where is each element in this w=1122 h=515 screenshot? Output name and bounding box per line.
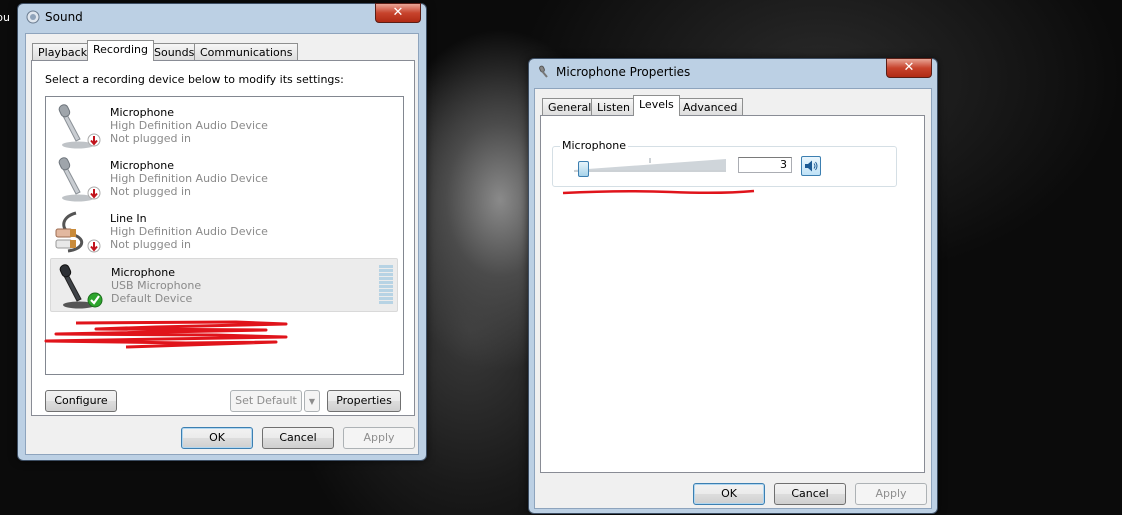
microphone-icon bbox=[58, 104, 101, 149]
device-list: Microphone High Definition Audio Device … bbox=[44, 96, 404, 375]
line-in-cable-icon bbox=[55, 211, 101, 253]
ok-button[interactable]: OK bbox=[693, 483, 765, 505]
device-name: Microphone bbox=[110, 106, 175, 119]
microphone-level-group: Microphone 3 bbox=[552, 139, 897, 187]
device-name: Line In bbox=[110, 212, 147, 225]
level-meter bbox=[379, 265, 393, 305]
configure-button[interactable]: Configure bbox=[45, 390, 117, 412]
recording-panel: Select a recording device below to modif… bbox=[31, 60, 415, 416]
sound-titlebar[interactable]: Sound ✕ bbox=[18, 3, 426, 30]
sound-title: Sound bbox=[45, 10, 83, 24]
levels-panel: Microphone 3 bbox=[540, 115, 925, 473]
device-status: Not plugged in bbox=[110, 185, 192, 198]
device-item-line-in[interactable]: Line In High Definition Audio Device Not… bbox=[50, 205, 396, 257]
device-name: Microphone bbox=[110, 159, 175, 172]
set-default-dropdown[interactable]: ▼ bbox=[304, 390, 320, 412]
mic-titlebar[interactable]: Microphone Properties ✕ bbox=[529, 58, 937, 85]
microphone-properties-window: Microphone Properties ✕ General Listen L… bbox=[528, 58, 938, 514]
level-slider[interactable] bbox=[574, 157, 726, 177]
sound-close-button[interactable]: ✕ bbox=[375, 3, 421, 23]
device-status: Not plugged in bbox=[110, 238, 192, 251]
sound-window: Sound ✕ Playback Recording Sounds Commun… bbox=[17, 3, 427, 461]
device-item-mic-hd-1[interactable]: Microphone High Definition Audio Device … bbox=[50, 99, 396, 151]
mic-client: General Listen Levels Advanced Microphon… bbox=[534, 88, 932, 509]
slider-thumb[interactable] bbox=[578, 161, 589, 177]
red-underline-redaction bbox=[562, 189, 755, 195]
set-default-button[interactable]: Set Default bbox=[230, 390, 302, 412]
apply-button[interactable]: Apply bbox=[343, 427, 415, 449]
device-subtitle: High Definition Audio Device bbox=[110, 119, 268, 132]
tab-sounds[interactable]: Sounds bbox=[148, 43, 201, 61]
device-item-usb-mic[interactable]: Microphone USB Microphone Default Device bbox=[50, 258, 398, 312]
red-scribble-redaction bbox=[44, 320, 288, 349]
apply-button[interactable]: Apply bbox=[855, 483, 927, 505]
properties-button[interactable]: Properties bbox=[327, 390, 401, 412]
sound-client: Playback Recording Sounds Communications… bbox=[25, 33, 419, 455]
speaker-icon bbox=[805, 160, 818, 172]
speaker-icon bbox=[26, 10, 40, 24]
microphone-icon bbox=[539, 65, 548, 78]
microphone-icon bbox=[58, 157, 101, 202]
device-subtitle: High Definition Audio Device bbox=[110, 172, 268, 185]
tab-listen[interactable]: Listen bbox=[591, 98, 636, 116]
tab-communications[interactable]: Communications bbox=[194, 43, 299, 61]
mute-toggle-button[interactable] bbox=[801, 156, 821, 176]
level-group-label: Microphone bbox=[560, 139, 629, 152]
tab-recording[interactable]: Recording bbox=[87, 40, 155, 61]
device-name: Microphone bbox=[111, 266, 176, 279]
tab-advanced[interactable]: Advanced bbox=[677, 98, 744, 116]
level-value-field[interactable]: 3 bbox=[738, 157, 792, 173]
device-item-mic-hd-2[interactable]: Microphone High Definition Audio Device … bbox=[50, 152, 396, 204]
slider-track bbox=[574, 158, 726, 172]
device-status: Default Device bbox=[111, 292, 193, 305]
cancel-button[interactable]: Cancel bbox=[774, 483, 846, 505]
instruction-text: Select a recording device below to modif… bbox=[45, 73, 344, 86]
tab-general[interactable]: General bbox=[542, 98, 598, 116]
microphone-icon bbox=[59, 264, 103, 309]
ok-button[interactable]: OK bbox=[181, 427, 253, 449]
chevron-down-icon: ▼ bbox=[308, 397, 316, 406]
desktop-label: pu bbox=[0, 11, 10, 24]
mic-close-button[interactable]: ✕ bbox=[886, 58, 932, 78]
device-subtitle: USB Microphone bbox=[111, 279, 202, 292]
mic-title: Microphone Properties bbox=[556, 65, 691, 79]
device-subtitle: High Definition Audio Device bbox=[110, 225, 268, 238]
cancel-button[interactable]: Cancel bbox=[262, 427, 334, 449]
tab-levels[interactable]: Levels bbox=[633, 95, 680, 116]
tab-playback[interactable]: Playback bbox=[32, 43, 94, 61]
device-status: Not plugged in bbox=[110, 132, 192, 145]
